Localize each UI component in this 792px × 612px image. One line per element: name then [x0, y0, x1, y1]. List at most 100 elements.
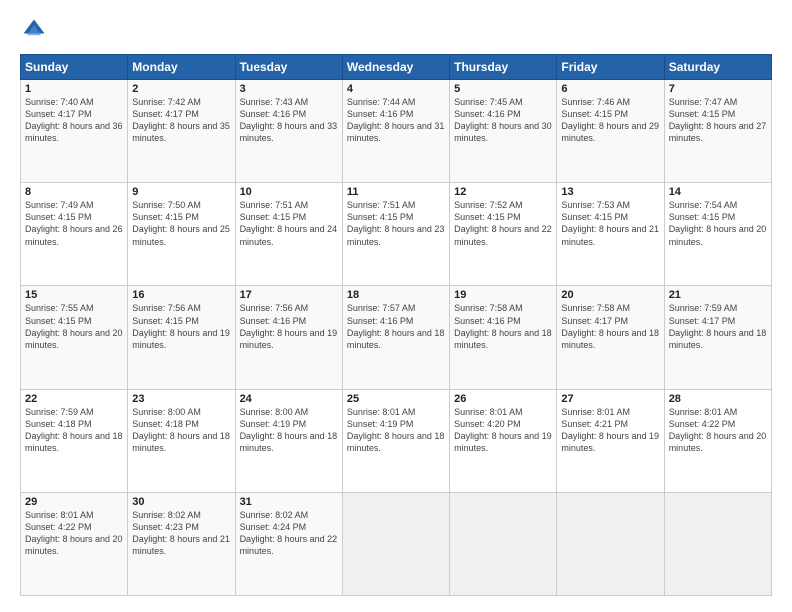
- week-row-2: 8 Sunrise: 7:49 AMSunset: 4:15 PMDayligh…: [21, 183, 772, 286]
- day-number: 25: [347, 393, 445, 405]
- day-number: 15: [25, 289, 123, 301]
- day-number: 22: [25, 393, 123, 405]
- day-number: 30: [132, 496, 230, 508]
- day-info: Sunrise: 7:58 AMSunset: 4:16 PMDaylight:…: [454, 302, 552, 351]
- day-cell-21: 21 Sunrise: 7:59 AMSunset: 4:17 PMDaylig…: [664, 286, 771, 389]
- day-number: 9: [132, 186, 230, 198]
- day-number: 18: [347, 289, 445, 301]
- day-info: Sunrise: 7:40 AMSunset: 4:17 PMDaylight:…: [25, 96, 123, 145]
- day-cell-8: 8 Sunrise: 7:49 AMSunset: 4:15 PMDayligh…: [21, 183, 128, 286]
- day-cell-3: 3 Sunrise: 7:43 AMSunset: 4:16 PMDayligh…: [235, 80, 342, 183]
- day-number: 14: [669, 186, 767, 198]
- day-cell-14: 14 Sunrise: 7:54 AMSunset: 4:15 PMDaylig…: [664, 183, 771, 286]
- logo: [20, 16, 52, 44]
- day-number: 3: [240, 83, 338, 95]
- day-number: 13: [561, 186, 659, 198]
- day-number: 29: [25, 496, 123, 508]
- day-info: Sunrise: 8:01 AMSunset: 4:20 PMDaylight:…: [454, 406, 552, 455]
- day-cell-20: 20 Sunrise: 7:58 AMSunset: 4:17 PMDaylig…: [557, 286, 664, 389]
- logo-icon: [20, 16, 48, 44]
- day-number: 8: [25, 186, 123, 198]
- day-number: 7: [669, 83, 767, 95]
- day-cell-9: 9 Sunrise: 7:50 AMSunset: 4:15 PMDayligh…: [128, 183, 235, 286]
- day-number: 26: [454, 393, 552, 405]
- day-info: Sunrise: 7:44 AMSunset: 4:16 PMDaylight:…: [347, 96, 445, 145]
- col-header-saturday: Saturday: [664, 55, 771, 80]
- day-info: Sunrise: 7:46 AMSunset: 4:15 PMDaylight:…: [561, 96, 659, 145]
- day-number: 19: [454, 289, 552, 301]
- empty-cell: [450, 492, 557, 595]
- day-info: Sunrise: 7:59 AMSunset: 4:18 PMDaylight:…: [25, 406, 123, 455]
- day-info: Sunrise: 7:56 AMSunset: 4:16 PMDaylight:…: [240, 302, 338, 351]
- col-header-tuesday: Tuesday: [235, 55, 342, 80]
- day-number: 31: [240, 496, 338, 508]
- empty-cell: [557, 492, 664, 595]
- day-info: Sunrise: 7:56 AMSunset: 4:15 PMDaylight:…: [132, 302, 230, 351]
- day-info: Sunrise: 7:42 AMSunset: 4:17 PMDaylight:…: [132, 96, 230, 145]
- day-number: 16: [132, 289, 230, 301]
- day-info: Sunrise: 8:02 AMSunset: 4:24 PMDaylight:…: [240, 509, 338, 558]
- day-info: Sunrise: 8:01 AMSunset: 4:21 PMDaylight:…: [561, 406, 659, 455]
- day-number: 20: [561, 289, 659, 301]
- day-info: Sunrise: 7:50 AMSunset: 4:15 PMDaylight:…: [132, 199, 230, 248]
- day-cell-28: 28 Sunrise: 8:01 AMSunset: 4:22 PMDaylig…: [664, 389, 771, 492]
- week-row-4: 22 Sunrise: 7:59 AMSunset: 4:18 PMDaylig…: [21, 389, 772, 492]
- week-row-3: 15 Sunrise: 7:55 AMSunset: 4:15 PMDaylig…: [21, 286, 772, 389]
- day-cell-27: 27 Sunrise: 8:01 AMSunset: 4:21 PMDaylig…: [557, 389, 664, 492]
- day-info: Sunrise: 7:57 AMSunset: 4:16 PMDaylight:…: [347, 302, 445, 351]
- col-header-wednesday: Wednesday: [342, 55, 449, 80]
- day-cell-15: 15 Sunrise: 7:55 AMSunset: 4:15 PMDaylig…: [21, 286, 128, 389]
- empty-cell: [664, 492, 771, 595]
- day-info: Sunrise: 7:58 AMSunset: 4:17 PMDaylight:…: [561, 302, 659, 351]
- header-row: SundayMondayTuesdayWednesdayThursdayFrid…: [21, 55, 772, 80]
- day-cell-2: 2 Sunrise: 7:42 AMSunset: 4:17 PMDayligh…: [128, 80, 235, 183]
- day-number: 2: [132, 83, 230, 95]
- empty-cell: [342, 492, 449, 595]
- day-cell-24: 24 Sunrise: 8:00 AMSunset: 4:19 PMDaylig…: [235, 389, 342, 492]
- day-number: 12: [454, 186, 552, 198]
- day-cell-6: 6 Sunrise: 7:46 AMSunset: 4:15 PMDayligh…: [557, 80, 664, 183]
- page: SundayMondayTuesdayWednesdayThursdayFrid…: [0, 0, 792, 612]
- day-cell-7: 7 Sunrise: 7:47 AMSunset: 4:15 PMDayligh…: [664, 80, 771, 183]
- day-cell-13: 13 Sunrise: 7:53 AMSunset: 4:15 PMDaylig…: [557, 183, 664, 286]
- col-header-sunday: Sunday: [21, 55, 128, 80]
- day-number: 10: [240, 186, 338, 198]
- day-cell-25: 25 Sunrise: 8:01 AMSunset: 4:19 PMDaylig…: [342, 389, 449, 492]
- day-cell-1: 1 Sunrise: 7:40 AMSunset: 4:17 PMDayligh…: [21, 80, 128, 183]
- day-number: 11: [347, 186, 445, 198]
- day-cell-23: 23 Sunrise: 8:00 AMSunset: 4:18 PMDaylig…: [128, 389, 235, 492]
- day-info: Sunrise: 7:52 AMSunset: 4:15 PMDaylight:…: [454, 199, 552, 248]
- col-header-friday: Friday: [557, 55, 664, 80]
- day-number: 5: [454, 83, 552, 95]
- day-number: 1: [25, 83, 123, 95]
- col-header-monday: Monday: [128, 55, 235, 80]
- day-cell-22: 22 Sunrise: 7:59 AMSunset: 4:18 PMDaylig…: [21, 389, 128, 492]
- day-info: Sunrise: 7:51 AMSunset: 4:15 PMDaylight:…: [240, 199, 338, 248]
- header: [20, 16, 772, 44]
- day-info: Sunrise: 8:00 AMSunset: 4:18 PMDaylight:…: [132, 406, 230, 455]
- week-row-5: 29 Sunrise: 8:01 AMSunset: 4:22 PMDaylig…: [21, 492, 772, 595]
- week-row-1: 1 Sunrise: 7:40 AMSunset: 4:17 PMDayligh…: [21, 80, 772, 183]
- day-cell-4: 4 Sunrise: 7:44 AMSunset: 4:16 PMDayligh…: [342, 80, 449, 183]
- day-info: Sunrise: 7:45 AMSunset: 4:16 PMDaylight:…: [454, 96, 552, 145]
- day-cell-31: 31 Sunrise: 8:02 AMSunset: 4:24 PMDaylig…: [235, 492, 342, 595]
- col-header-thursday: Thursday: [450, 55, 557, 80]
- day-info: Sunrise: 7:51 AMSunset: 4:15 PMDaylight:…: [347, 199, 445, 248]
- day-info: Sunrise: 7:53 AMSunset: 4:15 PMDaylight:…: [561, 199, 659, 248]
- day-number: 6: [561, 83, 659, 95]
- day-info: Sunrise: 8:02 AMSunset: 4:23 PMDaylight:…: [132, 509, 230, 558]
- day-info: Sunrise: 7:54 AMSunset: 4:15 PMDaylight:…: [669, 199, 767, 248]
- day-cell-19: 19 Sunrise: 7:58 AMSunset: 4:16 PMDaylig…: [450, 286, 557, 389]
- day-info: Sunrise: 7:43 AMSunset: 4:16 PMDaylight:…: [240, 96, 338, 145]
- day-number: 21: [669, 289, 767, 301]
- day-info: Sunrise: 8:01 AMSunset: 4:22 PMDaylight:…: [25, 509, 123, 558]
- day-cell-17: 17 Sunrise: 7:56 AMSunset: 4:16 PMDaylig…: [235, 286, 342, 389]
- day-cell-30: 30 Sunrise: 8:02 AMSunset: 4:23 PMDaylig…: [128, 492, 235, 595]
- day-number: 28: [669, 393, 767, 405]
- day-info: Sunrise: 7:55 AMSunset: 4:15 PMDaylight:…: [25, 302, 123, 351]
- day-info: Sunrise: 8:00 AMSunset: 4:19 PMDaylight:…: [240, 406, 338, 455]
- calendar-table: SundayMondayTuesdayWednesdayThursdayFrid…: [20, 54, 772, 596]
- day-cell-18: 18 Sunrise: 7:57 AMSunset: 4:16 PMDaylig…: [342, 286, 449, 389]
- day-cell-10: 10 Sunrise: 7:51 AMSunset: 4:15 PMDaylig…: [235, 183, 342, 286]
- day-number: 24: [240, 393, 338, 405]
